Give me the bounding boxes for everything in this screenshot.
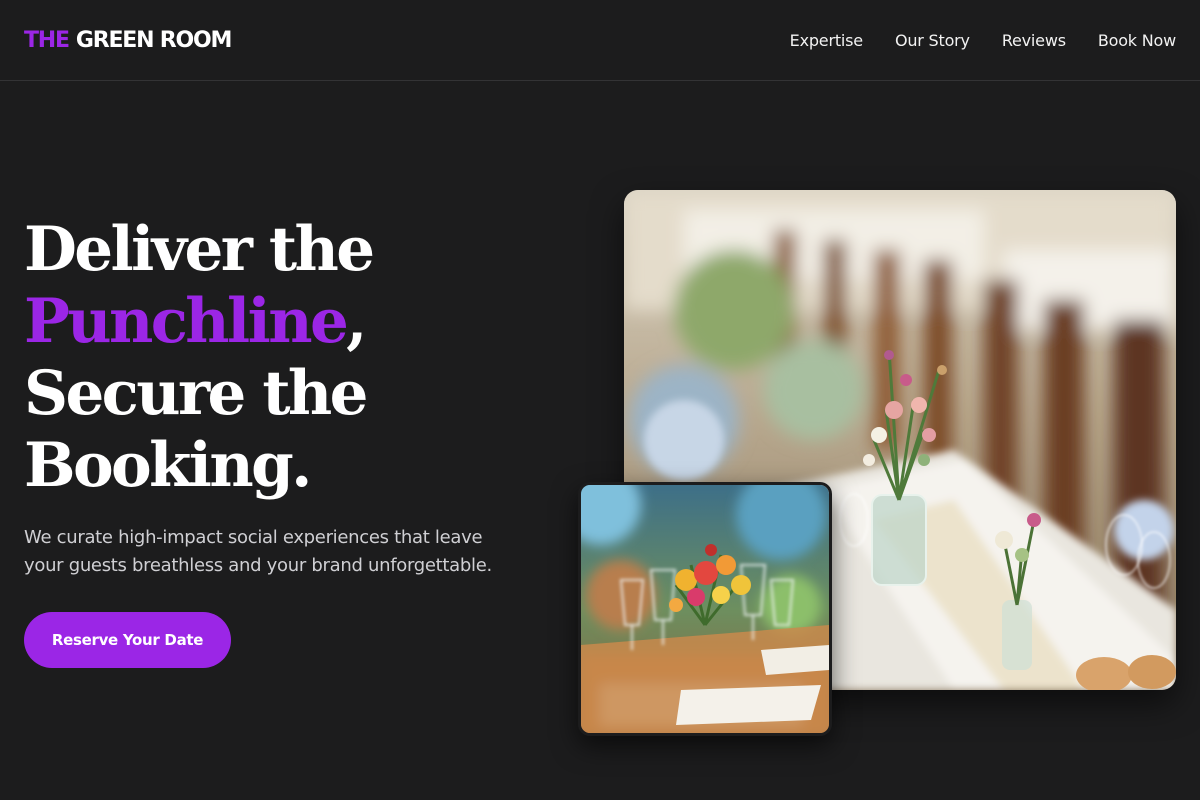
hero-title-line-3: Secure the (24, 358, 368, 429)
nav-link-book-now[interactable]: Book Now (1098, 31, 1176, 50)
flower-table-photo (578, 482, 832, 736)
logo-accent: THE (24, 27, 70, 53)
logo[interactable]: THE GREEN ROOM (24, 27, 233, 53)
reserve-date-button[interactable]: Reserve Your Date (24, 612, 231, 668)
hero-title-line-1: Deliver the (24, 214, 375, 285)
hero-title-comma: , (346, 286, 367, 357)
hero-subtitle: We curate high-impact social experiences… (24, 524, 544, 580)
nav-link-reviews[interactable]: Reviews (1002, 31, 1066, 50)
hero-title: Deliver the Punchline, Secure the Bookin… (24, 214, 584, 502)
nav-link-our-story[interactable]: Our Story (895, 31, 970, 50)
main-nav: Expertise Our Story Reviews Book Now (790, 31, 1177, 50)
hero-subtitle-line-1: We curate high-impact social experiences… (24, 527, 483, 548)
hero-title-highlight: Punchline (24, 286, 349, 357)
hero-title-line-4: Booking. (24, 430, 312, 501)
nav-link-expertise[interactable]: Expertise (790, 31, 863, 50)
site-header: THE GREEN ROOM Expertise Our Story Revie… (0, 0, 1200, 81)
hero-subtitle-line-2: your guests breathless and your brand un… (24, 555, 492, 576)
hero-title-line-2: Punchline, (24, 286, 584, 358)
logo-text: GREEN ROOM (75, 27, 233, 53)
